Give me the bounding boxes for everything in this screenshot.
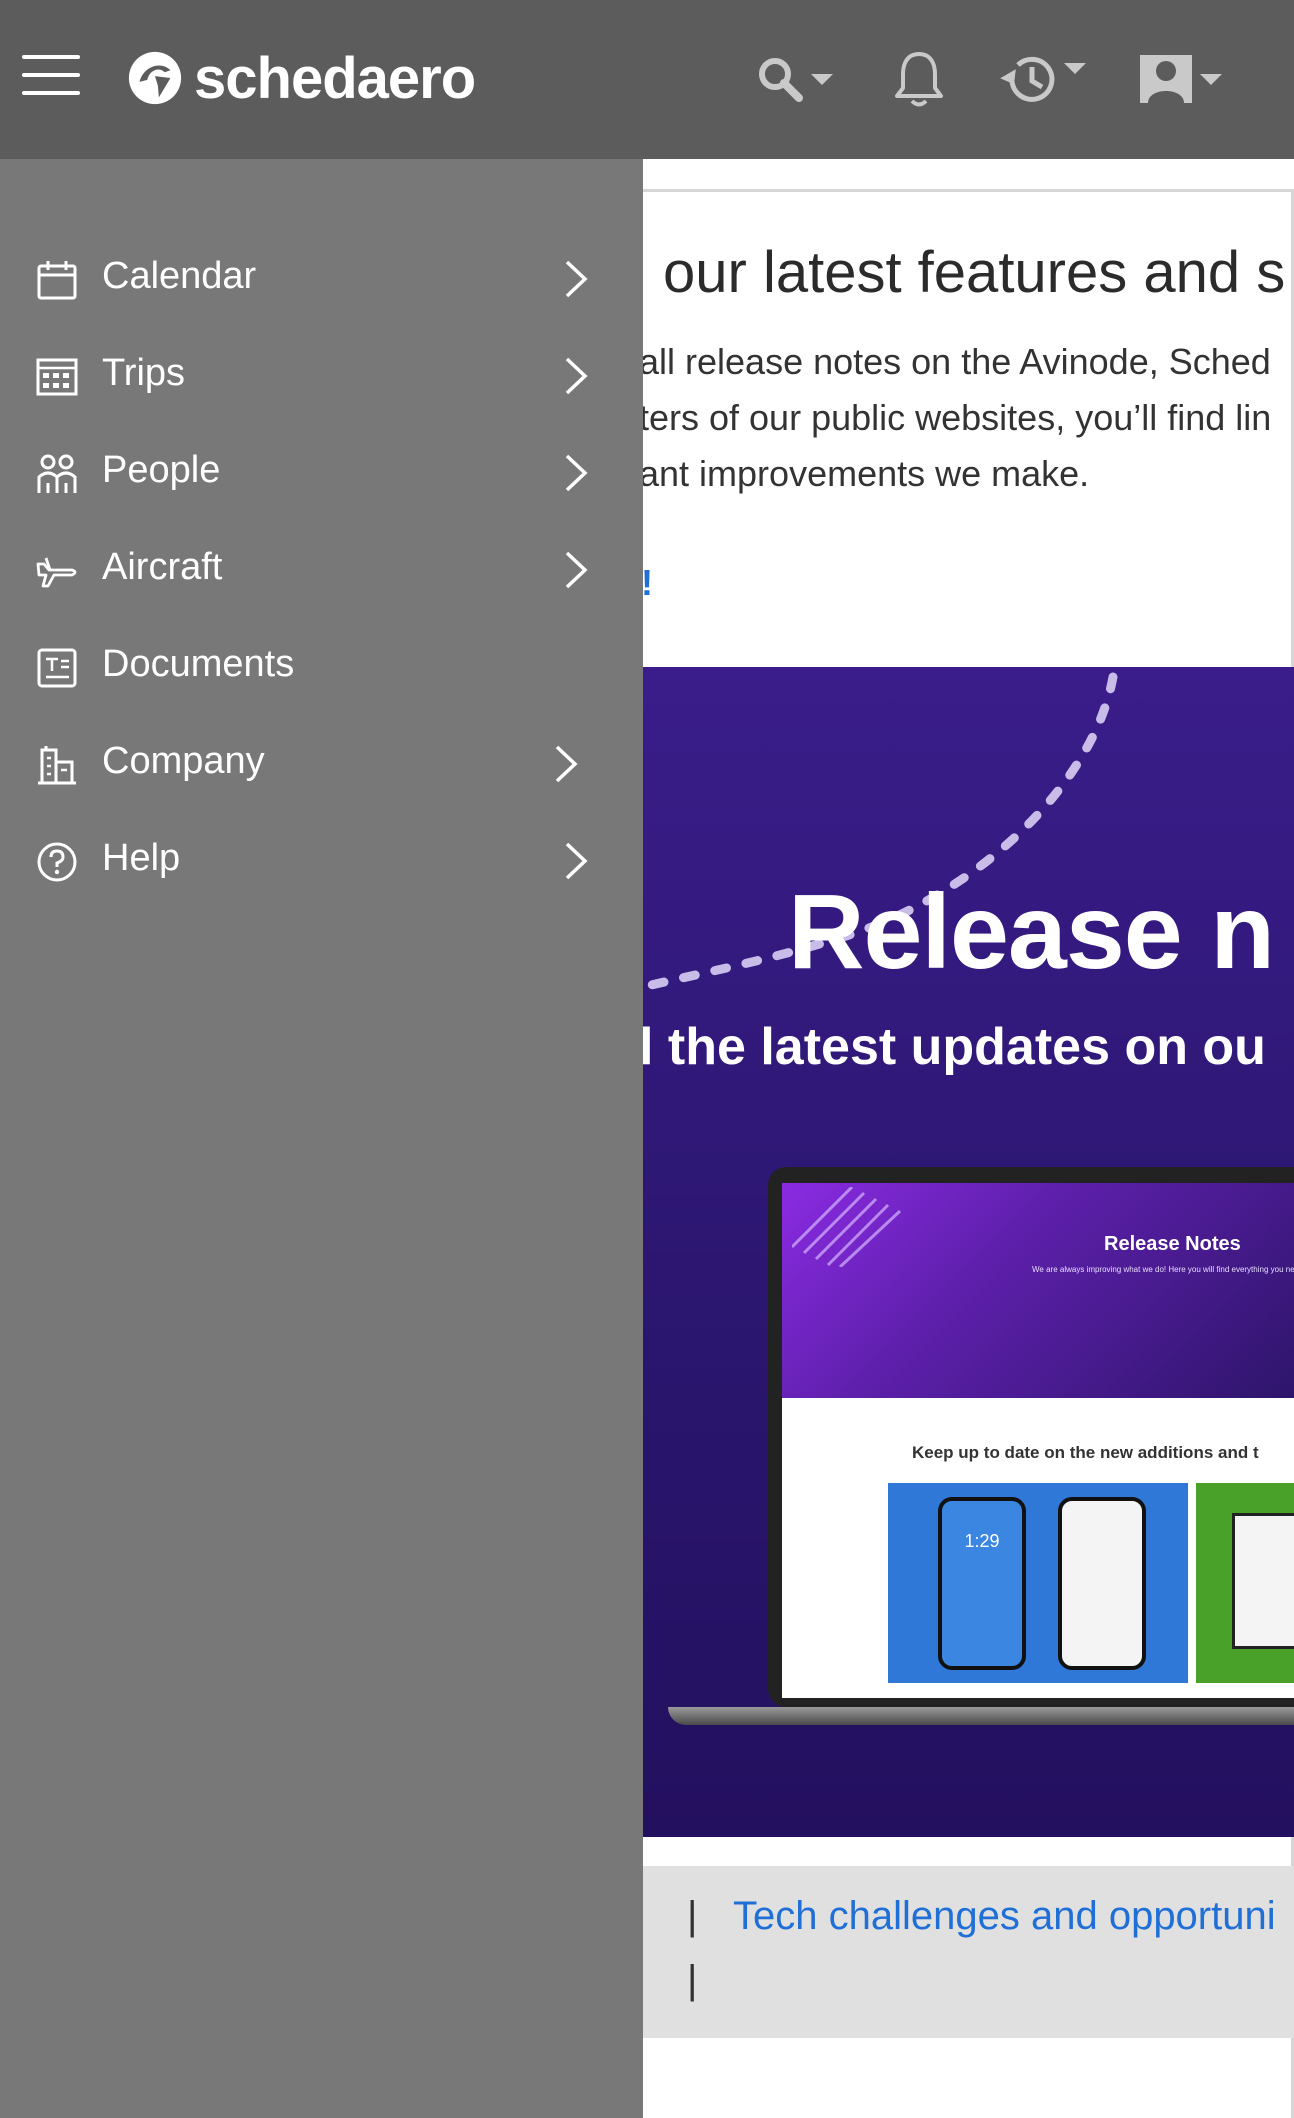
laptop-hero-section: Release Notes We are always improving wh…: [782, 1183, 1294, 1398]
chevron-right-icon: [565, 454, 588, 492]
side-navigation-drawer: Calendar Trips People Aircraft Documents…: [0, 159, 643, 2118]
chevron-right-icon: [565, 357, 588, 395]
chevron-right-icon: [565, 842, 588, 880]
calendar-icon: [37, 261, 77, 300]
aircraft-icon: [36, 557, 77, 588]
release-notes-content: our latest features and s all release no…: [643, 159, 1294, 2118]
dotted-flight-path-graphic: [643, 672, 1118, 992]
user-avatar-icon: [1140, 55, 1192, 103]
nav-item-label: Documents: [102, 643, 295, 685]
trips-grid-icon: [36, 358, 78, 396]
search-dropdown[interactable]: [755, 44, 833, 114]
nav-item-label: Help: [102, 837, 181, 879]
laptop-base: [668, 1707, 1294, 1725]
phone-illustration: 1:29: [938, 1497, 1026, 1670]
nav-item-help[interactable]: Help: [0, 813, 643, 910]
history-dropdown[interactable]: [998, 44, 1086, 114]
banner-subtitle: l the latest updates on ou: [643, 1018, 1266, 1076]
phone-illustration: [1058, 1497, 1146, 1670]
hero-stripes-graphic: [792, 1187, 902, 1267]
intro-text-line: ters of our public websites, you’ll find…: [643, 397, 1272, 438]
nav-item-label: Company: [102, 740, 265, 782]
nav-item-calendar[interactable]: Calendar: [0, 231, 643, 328]
chevron-down-icon: [811, 73, 833, 85]
nav-item-trips[interactable]: Trips: [0, 328, 643, 425]
laptop-illustration: Release Notes We are always improving wh…: [668, 1167, 1294, 1727]
content-top-divider: [643, 189, 1294, 192]
chevron-down-icon: [1064, 62, 1086, 74]
people-icon: [37, 454, 77, 493]
crew-app-card: 1:29: [888, 1483, 1188, 1683]
top-app-bar: schedaero: [0, 0, 1294, 159]
nav-item-documents[interactable]: Documents: [0, 619, 643, 716]
schedaero-logo-icon: [128, 51, 182, 105]
tech-challenges-link[interactable]: Tech challenges and opportuni: [733, 1894, 1276, 1939]
nav-item-label: Aircraft: [102, 546, 223, 588]
bell-icon: [895, 52, 943, 107]
search-icon: [759, 58, 803, 102]
nav-item-people[interactable]: People: [0, 425, 643, 522]
documents-icon: [37, 648, 77, 688]
release-notes-banner-image[interactable]: Release n l the latest updates on ou Rel…: [643, 667, 1294, 1837]
release-notes-link[interactable]: !: [643, 562, 653, 604]
schedule-page-card: [1196, 1483, 1294, 1683]
nav-item-aircraft[interactable]: Aircraft: [0, 522, 643, 619]
chevron-right-icon: [565, 551, 588, 589]
chevron-down-icon: [1200, 73, 1222, 85]
nav-item-label: People: [102, 449, 221, 491]
laptop-screen-title: Release Notes: [1104, 1233, 1241, 1255]
laptop-screen-content: Release Notes We are always improving wh…: [782, 1183, 1294, 1698]
phone-clock: 1:29: [964, 1531, 1000, 1551]
laptop-screen: Release Notes We are always improving wh…: [768, 1167, 1294, 1707]
company-building-icon: [38, 746, 76, 785]
page-heading: our latest features and s: [663, 240, 1286, 305]
help-icon: [37, 842, 77, 882]
banner-title: Release n: [788, 873, 1275, 991]
schedaero-logo[interactable]: schedaero: [126, 46, 476, 111]
brand-name: schedaero: [194, 45, 476, 111]
notifications-button[interactable]: [893, 44, 945, 114]
history-icon: [1000, 56, 1055, 102]
nav-item-label: Calendar: [102, 255, 257, 297]
user-menu-dropdown[interactable]: [1138, 44, 1222, 114]
monitor-illustration: [1232, 1513, 1294, 1649]
intro-text-line: all release notes on the Avinode, Sched: [643, 341, 1271, 382]
nav-item-label: Trips: [102, 352, 186, 394]
hamburger-menu-icon[interactable]: [22, 55, 80, 95]
intro-text-line: ant improvements we make.: [643, 453, 1090, 494]
related-links-strip: | Tech challenges and opportuni |: [643, 1866, 1294, 2038]
nav-item-company[interactable]: Company: [0, 716, 643, 813]
laptop-keep-text: Keep up to date on the new additions and…: [912, 1443, 1259, 1462]
chevron-right-icon: [565, 260, 588, 298]
laptop-screen-subtitle: We are always improving what we do! Here…: [1032, 1265, 1294, 1274]
chevron-right-icon: [555, 745, 578, 783]
separator: |: [687, 1958, 698, 2002]
separator: |: [687, 1894, 698, 1938]
